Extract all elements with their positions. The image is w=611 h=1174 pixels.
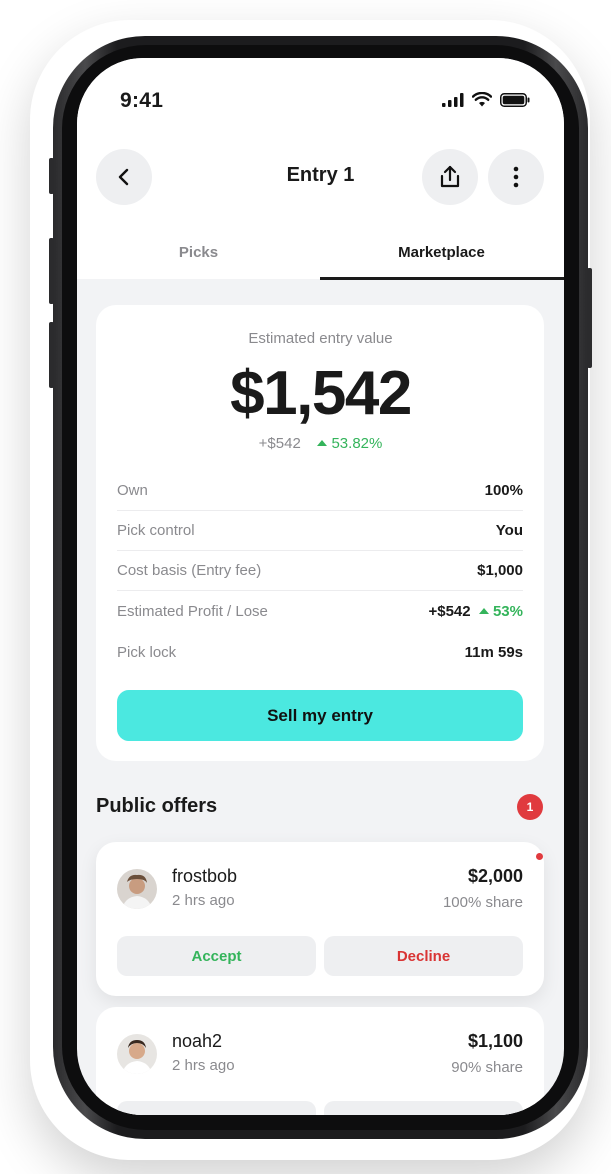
value-change: +$542 53.82% [77,435,564,452]
estimated-value-label: Estimated entry value [248,330,393,347]
offer-username: noah2 [172,1031,223,1051]
volume-up-button [49,238,54,304]
value-change-amount: +$542 [258,435,301,452]
offer-share: 100% share [442,894,523,911]
detail-value: You [495,522,523,539]
offer-amount: $1,100 [467,1031,523,1051]
status-time: 9:41 [120,89,164,112]
detail-row-pick-control: Pick control You [117,511,523,551]
sell-entry-button[interactable]: Sell my entry [117,690,523,741]
public-offers-title: Public offers [96,795,218,817]
active-tab-indicator [320,277,564,280]
decline-offer-button[interactable]: Decline [324,1101,523,1115]
arrow-up-icon [317,440,328,446]
detail-value: $1,000 [477,562,523,579]
unread-indicator [536,853,543,860]
detail-value: 100% [484,482,523,499]
avatar[interactable] [117,869,157,909]
arrow-up-icon [478,607,489,614]
detail-value: +$542 53% [428,602,523,620]
estimated-value: $1,542 [230,359,412,428]
accept-offer-button[interactable]: Accept [117,1101,316,1115]
detail-label: Cost basis (Entry fee) [117,562,262,579]
share-icon [440,165,460,188]
status-icons [442,92,530,107]
offer-time: 2 hrs ago [172,892,235,909]
offer-amount: $2,000 [467,866,523,886]
silent-switch [49,158,54,194]
detail-row-cost-basis: Cost basis (Entry fee) $1,000 [117,551,523,591]
accept-offer-button[interactable]: Accept [117,936,316,976]
detail-label: Pick control [117,522,195,539]
battery-icon [500,92,530,107]
detail-row-estimated-profit: Estimated Profit / Lose +$542 53% [117,591,523,631]
detail-row-pick-lock: Pick lock 11m 59s [117,632,523,672]
detail-label: Pick lock [117,643,177,661]
offers-count-badge: 1 [517,794,543,820]
more-vertical-icon [513,166,519,188]
wifi-icon [472,92,492,107]
cellular-signal-icon [442,92,464,107]
decline-offer-button[interactable]: Decline [324,936,523,976]
user-avatar-icon [117,1034,157,1074]
value-change-percent: 53.82% [317,435,382,452]
user-avatar-icon [117,869,157,909]
pick-lock-countdown: 11m 59s [464,643,523,661]
detail-label: Estimated Profit / Lose [117,602,268,620]
offer-username: frostbob [172,866,238,886]
profit-percent: 53% [478,603,523,620]
avatar[interactable] [117,1034,157,1074]
offer-share: 90% share [451,1059,523,1076]
more-button[interactable] [488,149,544,205]
detail-label: Own [117,482,148,499]
detail-row-own: Own 100% [117,471,523,511]
offer-time: 2 hrs ago [172,1057,235,1074]
app-screen: 9:41 Entry 1 Picks Marketplace Estimated… [77,58,564,1115]
share-button[interactable] [422,149,478,205]
volume-down-button [49,322,54,388]
tab-marketplace[interactable]: Marketplace [320,244,563,261]
tab-picks[interactable]: Picks [77,244,320,261]
power-button [587,268,592,368]
